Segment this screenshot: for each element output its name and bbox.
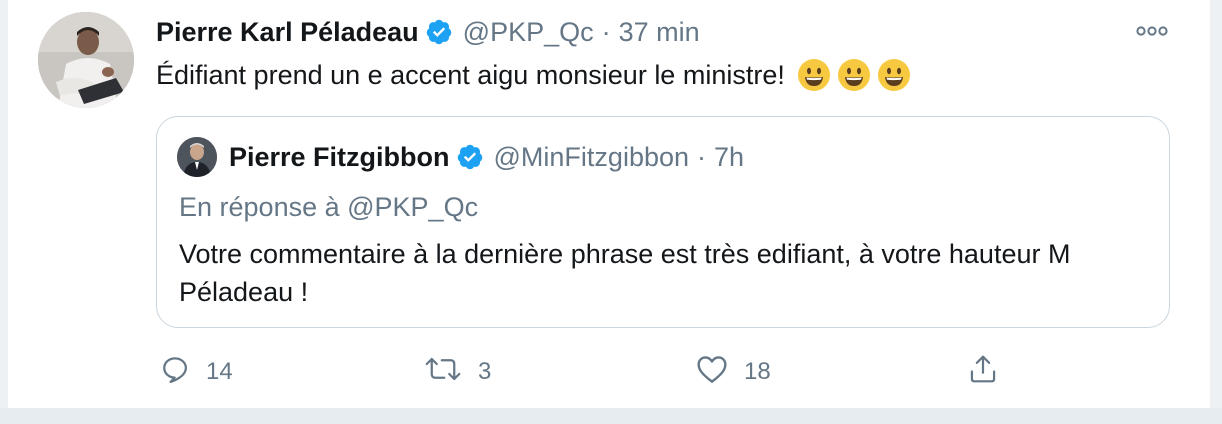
action-bar: 14 3 18 xyxy=(156,352,1170,392)
reply-count: 14 xyxy=(206,358,233,385)
quoted-header: Pierre Fitzgibbon @MinFitzgibbon · 7h xyxy=(229,139,744,175)
share-button[interactable] xyxy=(968,352,998,392)
header-separator: · xyxy=(601,16,611,47)
like-button[interactable]: 18 xyxy=(696,352,771,392)
verified-badge-icon xyxy=(425,18,453,46)
tweet-body: Édifiant prend un e accent aigu monsieur… xyxy=(156,56,911,94)
quoted-author-avatar[interactable] xyxy=(177,137,217,177)
quoted-header-separator: · xyxy=(697,141,707,172)
emoji-group xyxy=(797,58,911,92)
quoted-timestamp[interactable]: 7h xyxy=(714,142,744,173)
grinning-face-emoji-icon xyxy=(837,59,870,91)
retweet-count: 3 xyxy=(478,358,492,385)
share-icon xyxy=(968,353,998,392)
tweet-header: Pierre Karl Péladeau @PKP_Qc · 37 min xyxy=(156,14,700,50)
tweet-text: Édifiant prend un e accent aigu monsieur… xyxy=(156,60,785,90)
like-icon xyxy=(696,354,728,391)
reply-button[interactable]: 14 xyxy=(160,352,233,392)
grinning-face-emoji-icon xyxy=(877,59,910,91)
tweet-timestamp[interactable]: 37 min xyxy=(619,17,700,48)
quoted-text: Votre commentaire à la dernière phrase e… xyxy=(179,239,1071,307)
author-name[interactable]: Pierre Karl Péladeau xyxy=(156,17,419,48)
verified-badge-icon xyxy=(456,143,484,171)
author-handle[interactable]: @PKP_Qc xyxy=(463,17,594,48)
page-edge-bottom xyxy=(0,408,1222,424)
tweet-card[interactable]: Pierre Karl Péladeau @PKP_Qc · 37 min Éd… xyxy=(8,0,1210,408)
like-count: 18 xyxy=(744,358,771,385)
retweet-button[interactable]: 3 xyxy=(424,352,491,392)
quoted-tweet[interactable]: Pierre Fitzgibbon @MinFitzgibbon · 7h En… xyxy=(156,116,1170,328)
retweet-icon xyxy=(424,354,462,391)
more-icon[interactable] xyxy=(1134,20,1170,42)
grinning-face-emoji-icon xyxy=(797,59,830,91)
author-avatar[interactable] xyxy=(38,12,134,108)
quoted-author-handle[interactable]: @MinFitzgibbon xyxy=(494,142,690,173)
quoted-author-name[interactable]: Pierre Fitzgibbon xyxy=(229,142,450,173)
page-edge-right xyxy=(1210,0,1222,424)
page-edge-left xyxy=(0,0,8,424)
page: Pierre Karl Péladeau @PKP_Qc · 37 min Éd… xyxy=(0,0,1222,424)
quoted-reply-context: En réponse à @PKP_Qc xyxy=(179,192,479,222)
reply-icon xyxy=(160,354,190,391)
